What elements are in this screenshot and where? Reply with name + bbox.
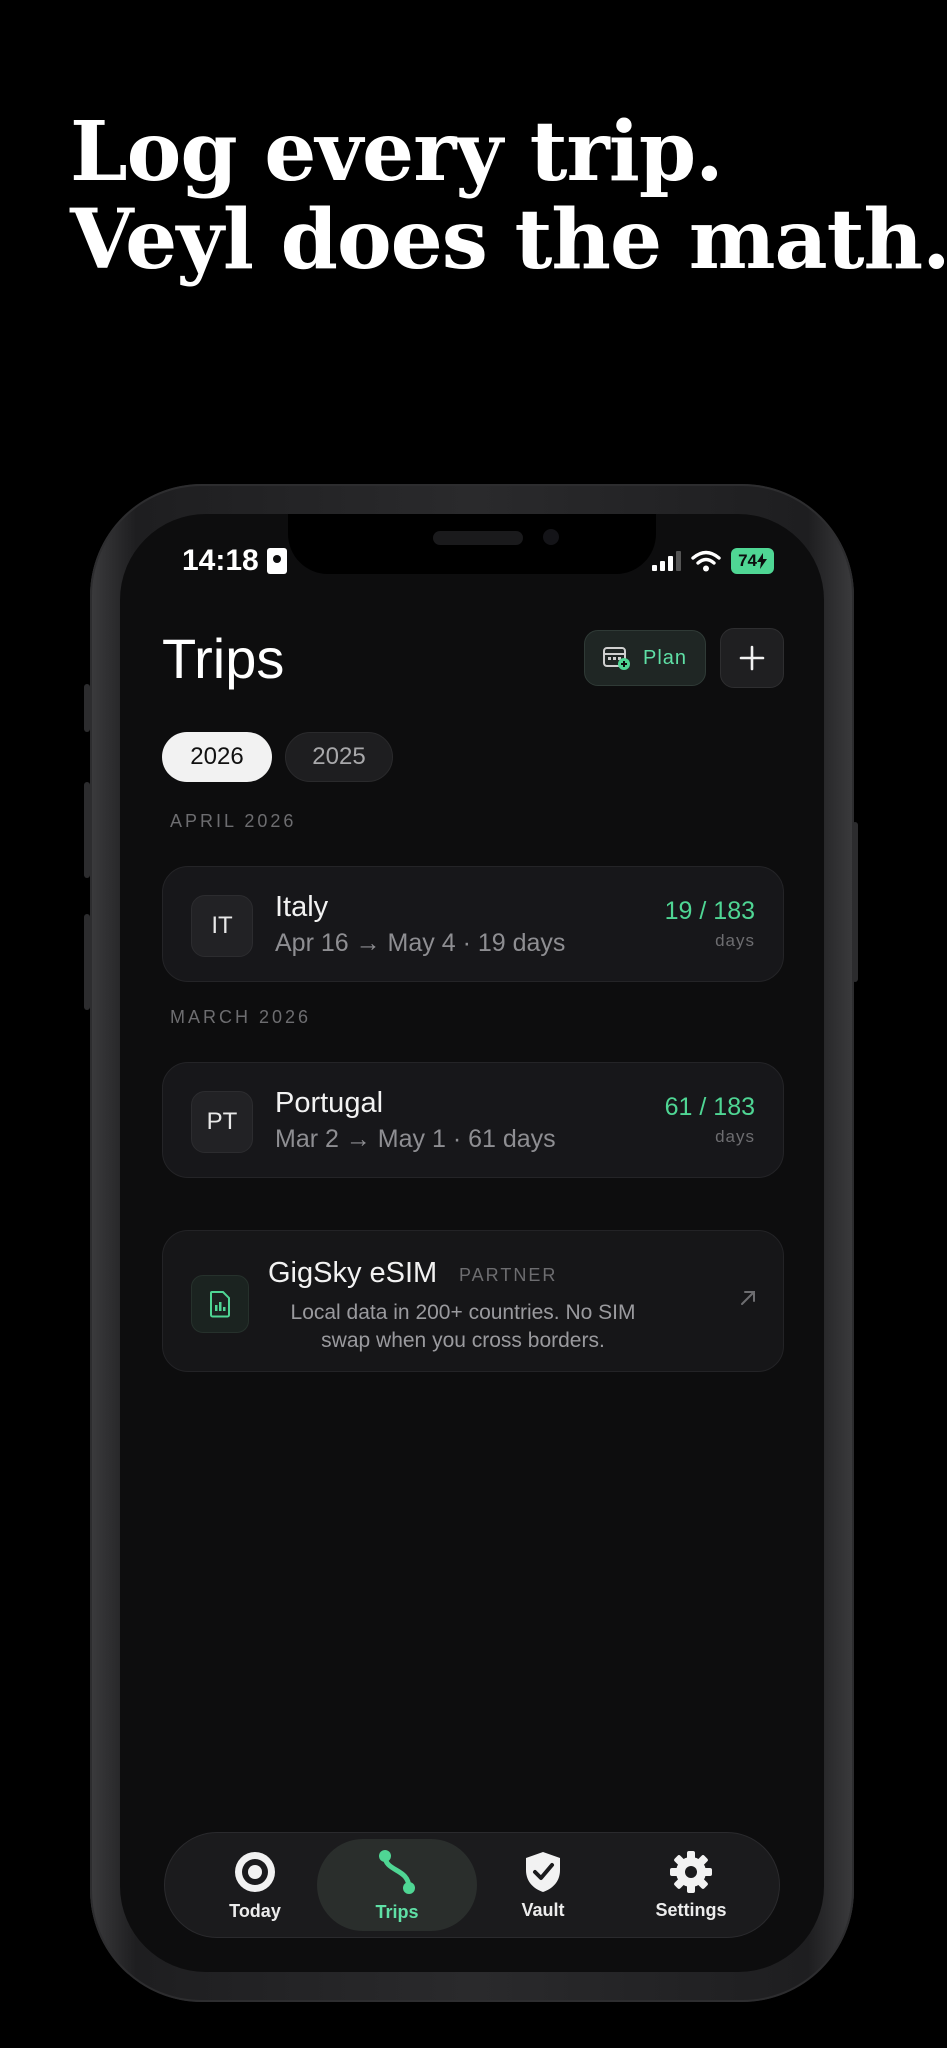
trip-dates: Mar 2 → May 1 · 61 days <box>275 1125 556 1153</box>
trip-day-count: 19 / 183 <box>664 897 755 925</box>
clock-text: 14:18 <box>182 544 259 577</box>
tab-label: Today <box>229 1900 281 1921</box>
mute-switch <box>84 684 90 732</box>
trip-card-portugal[interactable]: PT Portugal Mar 2 → May 1 · 61 days 61 /… <box>162 1062 784 1178</box>
page-title: Trips <box>162 627 285 690</box>
status-indicators: 74 <box>652 548 774 574</box>
partner-card-esim[interactable]: GigSky eSIM PARTNER Local data in 200+ c… <box>162 1230 784 1372</box>
esim-badge <box>191 1275 249 1333</box>
external-link-arrow-icon <box>741 1291 755 1305</box>
country-code-badge: IT <box>191 895 253 957</box>
power-button <box>852 822 858 982</box>
year-filter-2025[interactable]: 2025 <box>285 732 393 782</box>
trip-day-count: 61 / 183 <box>664 1093 755 1121</box>
cellular-signal-icon <box>652 551 682 571</box>
wifi-icon <box>691 550 721 572</box>
headline-line-2: Veyl does the math. <box>70 192 947 288</box>
partner-name: GigSky eSIM <box>268 1257 438 1289</box>
dynamic-island <box>288 514 656 574</box>
calendar-add-icon <box>602 647 630 670</box>
status-time: 14:18 <box>182 544 287 578</box>
front-camera <box>543 529 559 545</box>
section-label-march: MARCH 2026 <box>170 1007 312 1027</box>
partner-tag: PARTNER <box>459 1265 558 1285</box>
tab-label: Settings <box>655 1899 727 1920</box>
speaker-grille <box>433 531 523 545</box>
battery-indicator: 74 <box>731 548 774 574</box>
volume-down-button <box>84 914 90 1010</box>
sim-card-icon <box>210 1291 230 1318</box>
route-icon <box>379 1849 415 1894</box>
country-code-badge: PT <box>191 1091 253 1153</box>
trip-dates: Apr 16 → May 4 · 19 days <box>275 929 566 957</box>
plan-button-label: Plan <box>642 646 688 669</box>
phone-screen: 14:18 74 Trips Plan 2026 2025 APRIL 2026… <box>120 514 824 1972</box>
trip-day-unit: days <box>715 931 755 950</box>
trip-card-italy[interactable]: IT Italy Apr 16 → May 4 · 19 days 19 / 1… <box>162 866 784 982</box>
trip-day-unit: days <box>715 1127 755 1146</box>
target-icon <box>235 1851 275 1892</box>
volume-up-button <box>84 782 90 878</box>
plan-button[interactable]: Plan <box>584 630 706 686</box>
partner-description: Local data in 200+ countries. No SIM swa… <box>290 1301 636 1352</box>
gear-icon <box>670 1850 712 1893</box>
shield-check-icon <box>526 1851 560 1892</box>
year-filter-2026[interactable]: 2026 <box>162 732 272 782</box>
trip-country: Italy <box>275 891 329 923</box>
tab-label: Trips <box>375 1901 419 1922</box>
plus-icon <box>739 645 765 671</box>
charging-bolt-icon <box>757 553 767 569</box>
section-label-april: APRIL 2026 <box>170 811 297 831</box>
battery-level: 74 <box>738 551 757 570</box>
tab-settings[interactable]: Settings <box>611 1839 771 1931</box>
contact-card-icon <box>266 548 287 574</box>
bottom-tab-bar: Today Trips Vault Settings <box>164 1832 780 1938</box>
tab-today[interactable]: Today <box>175 1839 335 1931</box>
marketing-headline: Log every trip. Veyl does the math. <box>70 104 947 288</box>
tab-trips[interactable]: Trips <box>317 1839 477 1931</box>
add-trip-button[interactable] <box>720 628 784 688</box>
trip-country: Portugal <box>275 1087 384 1119</box>
headline-line-1: Log every trip. <box>70 104 724 200</box>
tab-label: Vault <box>521 1899 565 1920</box>
tab-vault[interactable]: Vault <box>463 1839 623 1931</box>
